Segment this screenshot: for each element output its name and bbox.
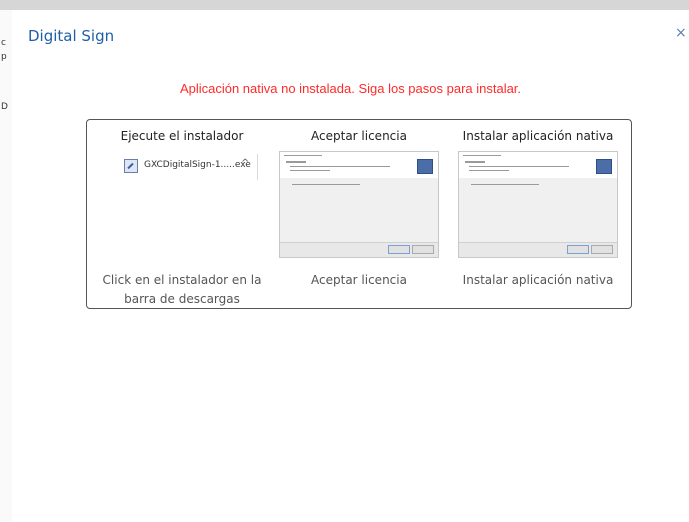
download-file-name: GXCDigitalSign-1.....exe	[144, 160, 251, 170]
close-icon[interactable]: ×	[675, 25, 689, 41]
step-caption: Instalar aplicación nativa	[462, 273, 614, 287]
step-heading: Ejecute el instalador	[120, 129, 244, 143]
step-accept-license: Aceptar licencia Aceptar licencia	[274, 120, 444, 308]
step-heading: Instalar aplicación nativa	[462, 129, 614, 143]
install-screenshot-image	[458, 151, 618, 258]
step-run-installer: Ejecute el instalador GXCDigitalSign-1..…	[97, 120, 267, 308]
installer-file-icon	[124, 159, 138, 173]
step-caption: Click en el instalador en la barra de de…	[102, 273, 262, 306]
dialog-title: Digital Sign	[28, 27, 115, 45]
digital-sign-dialog: Digital Sign × Aplicación nativa no inst…	[12, 10, 689, 522]
browser-top-bar	[0, 0, 689, 10]
chevron-up-icon[interactable]: ^	[241, 158, 249, 169]
step-install-native-app: Instalar aplicación nativa Instalar apli…	[453, 120, 623, 308]
download-bar-item[interactable]: GXCDigitalSign-1.....exe ^	[119, 154, 258, 180]
step-heading: Aceptar licencia	[311, 129, 407, 143]
license-screenshot-image	[279, 151, 439, 258]
install-steps-panel: Ejecute el instalador GXCDigitalSign-1..…	[86, 119, 632, 309]
not-installed-warning: Aplicación nativa no instalada. Siga los…	[179, 81, 522, 96]
step-caption: Aceptar licencia	[311, 273, 407, 287]
